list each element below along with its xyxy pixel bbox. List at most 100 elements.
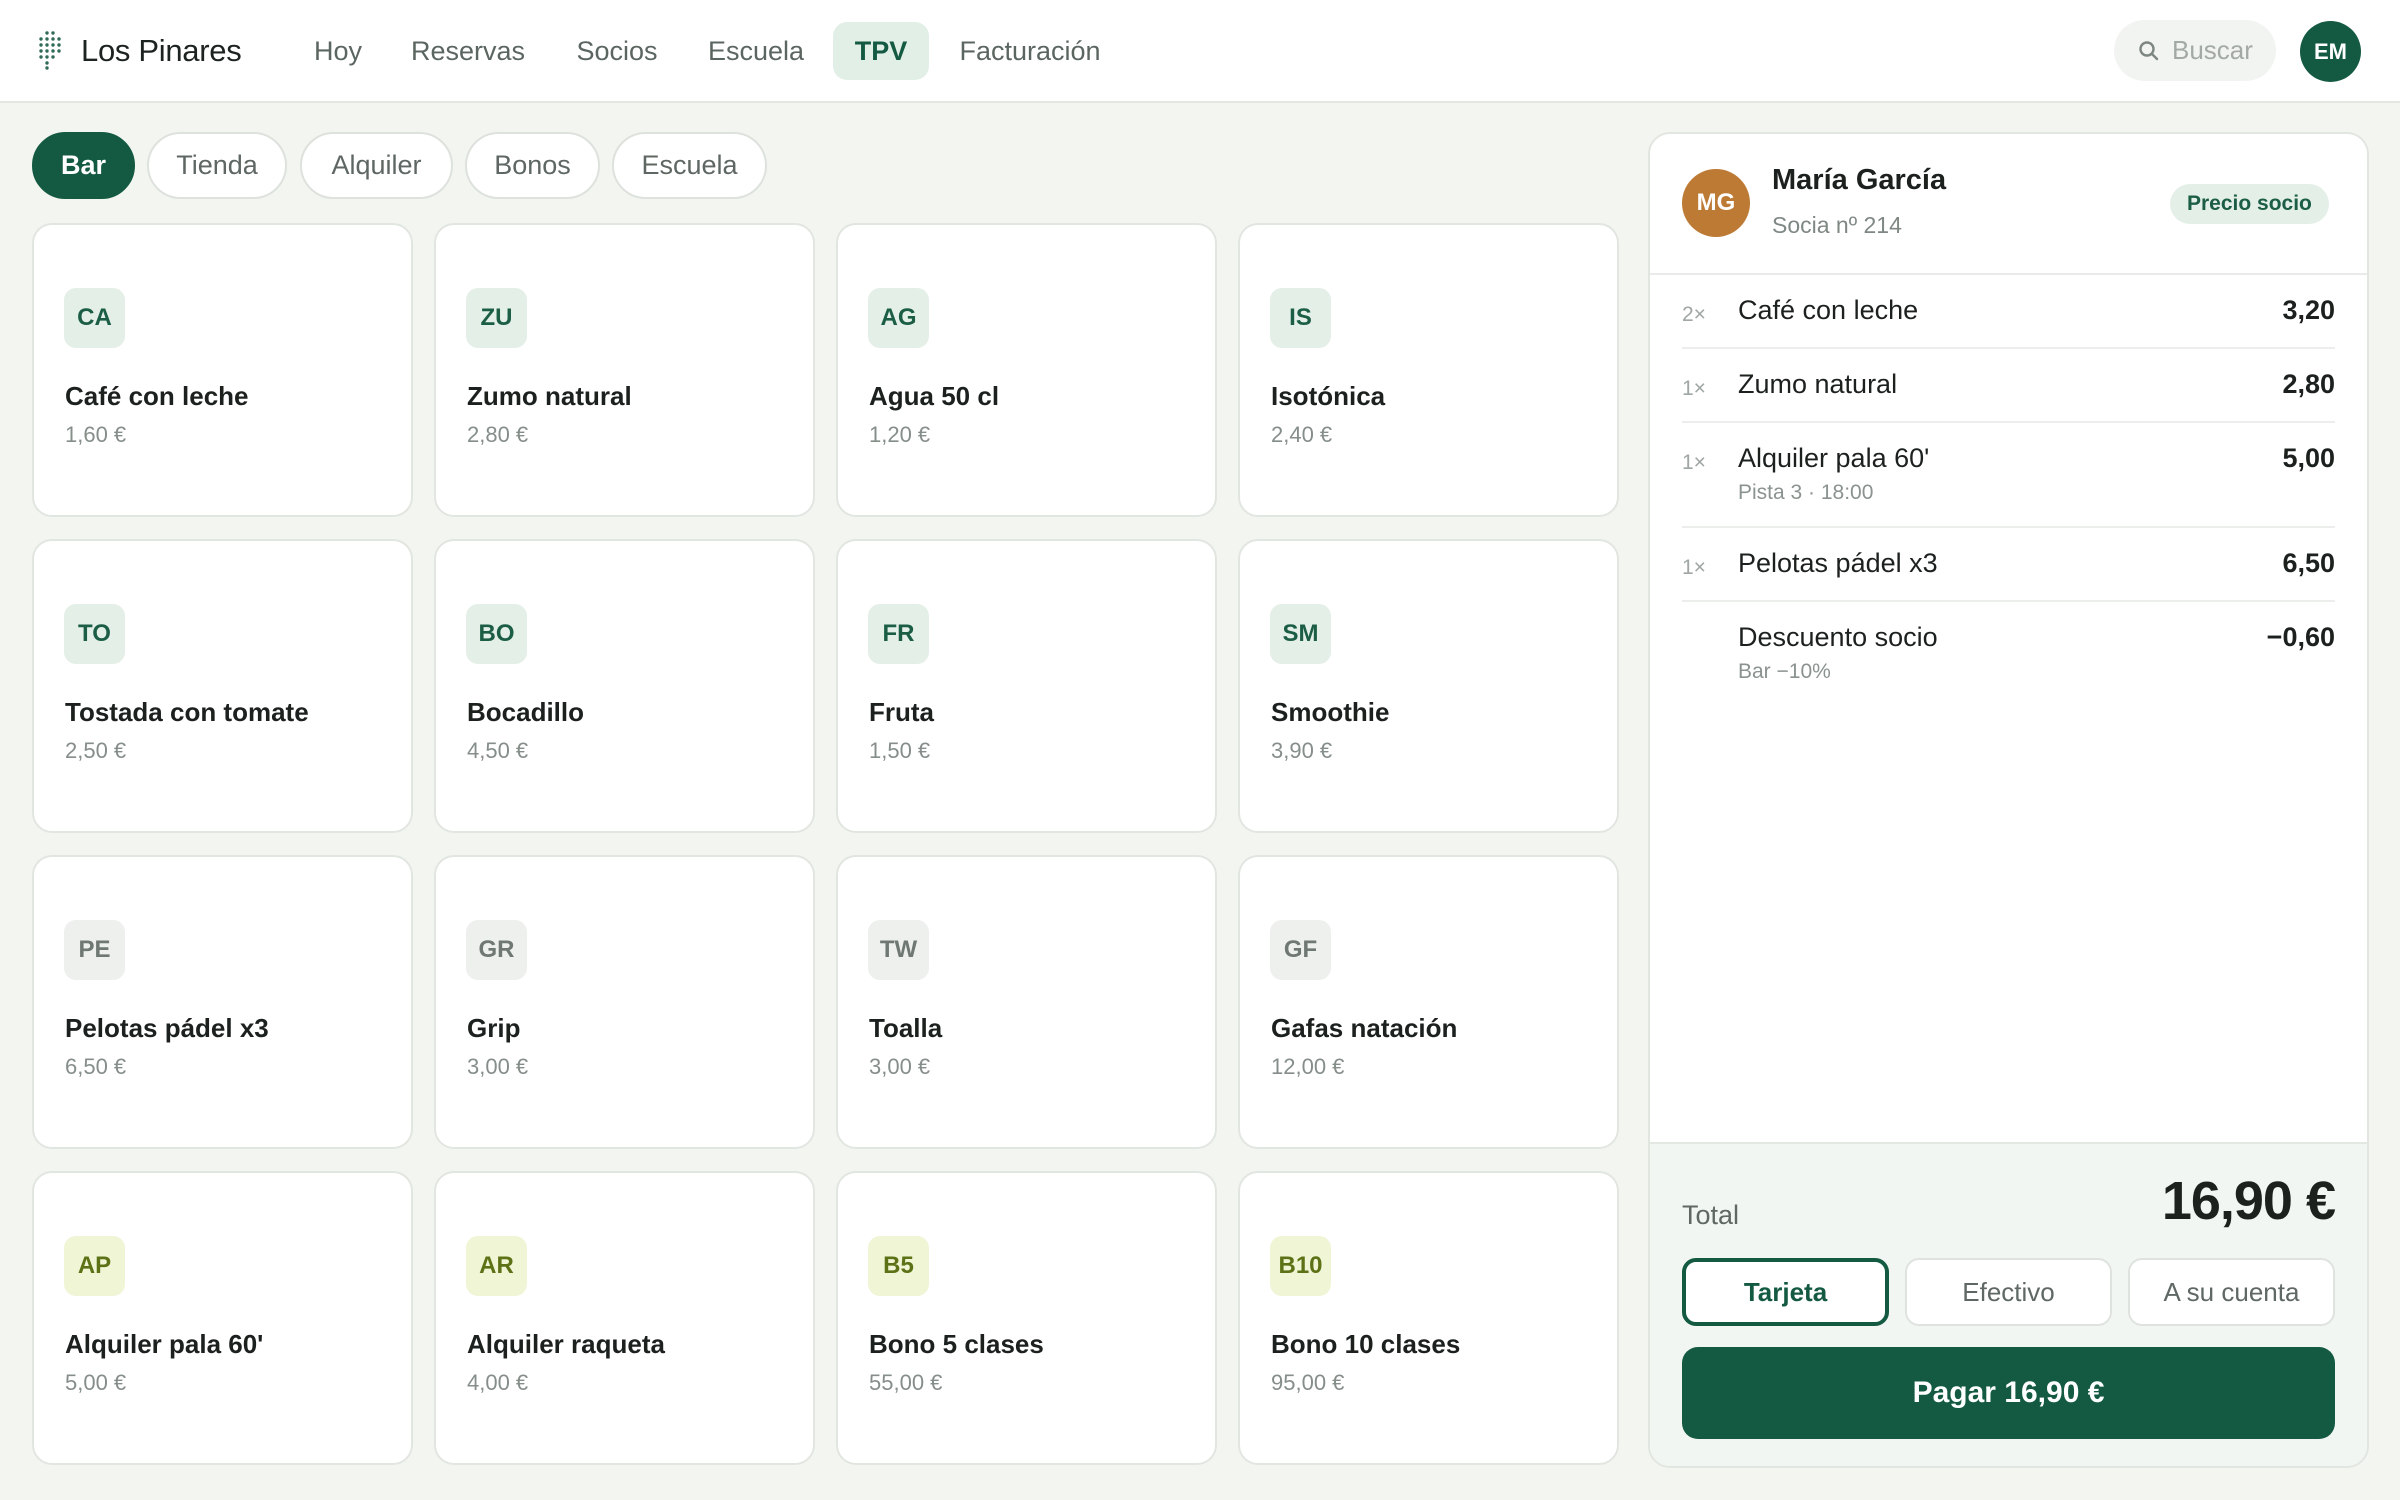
payment-method-card[interactable]: Tarjeta: [1682, 1258, 1889, 1326]
order-line-name: Descuento socio: [1738, 622, 1938, 652]
nav-item-facturacion[interactable]: Facturación: [948, 22, 1112, 80]
product-code-badge: GR: [466, 920, 527, 980]
category-tab-alquiler[interactable]: Alquiler: [300, 132, 453, 199]
product-name: Agua 50 cl: [869, 381, 1000, 411]
product-card[interactable]: GR Grip 3,00 €: [434, 855, 815, 1149]
nav-item-reservas[interactable]: Reservas: [398, 22, 538, 80]
product-card[interactable]: ZU Zumo natural 2,80 €: [434, 223, 815, 517]
order-line[interactable]: 1× Pelotas pádel x3 6,50: [1682, 528, 2335, 602]
product-code-badge: AG: [868, 288, 929, 348]
order-line-name: Alquiler pala 60': [1738, 443, 1930, 473]
nav-item-escuela[interactable]: Escuela: [696, 22, 816, 80]
category-tab-escuela[interactable]: Escuela: [612, 132, 767, 199]
product-card[interactable]: TW Toalla 3,00 €: [836, 855, 1217, 1149]
product-name: Toalla: [869, 1013, 943, 1043]
brand-name: Los Pinares: [81, 33, 242, 68]
order-line-qty: 1×: [1682, 556, 1706, 579]
product-price: 3,90 €: [1271, 738, 1333, 763]
product-name: Isotónica: [1271, 381, 1386, 411]
product-name: Bocadillo: [467, 697, 585, 727]
product-price: 5,00 €: [65, 1370, 127, 1395]
order-line[interactable]: 1× Zumo natural 2,80: [1682, 349, 2335, 423]
product-code-badge: CA: [64, 288, 125, 348]
search-input[interactable]: [2172, 20, 2268, 81]
pay-button[interactable]: Pagar 16,90 €: [1682, 1347, 2335, 1439]
product-card[interactable]: FR Fruta 1,50 €: [836, 539, 1217, 833]
product-card[interactable]: B5 Bono 5 clases 55,00 €: [836, 1171, 1217, 1465]
order-line-detail: Pista 3 · 18:00: [1738, 481, 1874, 504]
product-name: Smoothie: [1271, 697, 1390, 727]
order-panel: MG María García Socia nº 214 Precio soci…: [1648, 132, 2369, 1468]
pine-dots-logo-icon: [39, 31, 61, 70]
product-card[interactable]: AR Alquiler raqueta 4,00 €: [434, 1171, 815, 1465]
search-box[interactable]: [2114, 20, 2276, 81]
order-line-amount: 2,80: [2282, 369, 2335, 399]
total-label: Total: [1682, 1200, 1740, 1230]
order-line-name: Pelotas pádel x3: [1738, 548, 1938, 578]
product-name: Bono 10 clases: [1271, 1329, 1461, 1359]
product-name: Alquiler pala 60': [65, 1329, 264, 1359]
category-tab-tienda[interactable]: Tienda: [147, 132, 287, 199]
product-price: 6,50 €: [65, 1054, 127, 1079]
order-line-detail: Bar −10%: [1738, 660, 1831, 683]
customer-avatar: MG: [1682, 169, 1750, 237]
user-avatar[interactable]: EM: [2300, 21, 2361, 82]
order-line-name: Zumo natural: [1738, 369, 1898, 399]
product-card[interactable]: IS Isotónica 2,40 €: [1238, 223, 1619, 517]
product-code-badge: ZU: [466, 288, 527, 348]
total-value: 16,90 €: [2161, 1171, 2336, 1231]
search-icon: [2139, 41, 2159, 61]
product-price: 1,20 €: [869, 422, 931, 447]
member-price-badge: Precio socio: [2170, 184, 2329, 224]
product-name: Grip: [467, 1013, 521, 1043]
product-card[interactable]: SM Smoothie 3,90 €: [1238, 539, 1619, 833]
order-line-amount: 5,00: [2282, 443, 2335, 473]
top-bar: Los Pinares Hoy Reservas Socios Escuela …: [0, 0, 2400, 103]
product-code-badge: GF: [1270, 920, 1331, 980]
product-code-badge: AP: [64, 1236, 125, 1296]
product-card[interactable]: BO Bocadillo 4,50 €: [434, 539, 815, 833]
product-code-badge: B5: [868, 1236, 929, 1296]
order-line-qty: 1×: [1682, 451, 1706, 474]
product-card[interactable]: AP Alquiler pala 60' 5,00 €: [32, 1171, 413, 1465]
order-line[interactable]: Descuento socio Bar −10% −0,60: [1682, 602, 2335, 702]
order-line-amount: 6,50: [2282, 548, 2335, 578]
product-price: 4,50 €: [467, 738, 529, 763]
product-card[interactable]: PE Pelotas pádel x3 6,50 €: [32, 855, 413, 1149]
product-name: Gafas natación: [1271, 1013, 1458, 1043]
product-price: 2,80 €: [467, 422, 529, 447]
product-code-badge: TW: [868, 920, 929, 980]
order-line-amount: 3,20: [2282, 295, 2335, 325]
customer-member-number: Socia nº 214: [1772, 212, 1902, 238]
product-price: 2,40 €: [1271, 422, 1333, 447]
product-price: 95,00 €: [1271, 1370, 1345, 1395]
product-price: 1,60 €: [65, 422, 127, 447]
product-name: Café con leche: [65, 381, 249, 411]
category-tab-bonos[interactable]: Bonos: [465, 132, 600, 199]
product-card[interactable]: CA Café con leche 1,60 €: [32, 223, 413, 517]
category-tab-bar[interactable]: Bar: [32, 132, 135, 199]
product-price: 1,50 €: [869, 738, 931, 763]
product-price: 12,00 €: [1271, 1054, 1345, 1079]
order-line[interactable]: 2× Café con leche 3,20: [1682, 275, 2335, 349]
product-card[interactable]: B10 Bono 10 clases 95,00 €: [1238, 1171, 1619, 1465]
nav-item-socios[interactable]: Socios: [560, 22, 674, 80]
product-card[interactable]: TO Tostada con tomate 2,50 €: [32, 539, 413, 833]
product-code-badge: PE: [64, 920, 125, 980]
product-price: 3,00 €: [869, 1054, 931, 1079]
nav-item-hoy[interactable]: Hoy: [300, 22, 376, 80]
product-price: 2,50 €: [65, 738, 127, 763]
product-price: 4,00 €: [467, 1370, 529, 1395]
product-card[interactable]: AG Agua 50 cl 1,20 €: [836, 223, 1217, 517]
nav-item-tpv[interactable]: TPV: [833, 22, 929, 80]
product-code-badge: TO: [64, 604, 125, 664]
product-name: Fruta: [869, 697, 934, 727]
order-footer: Total 16,90 € Tarjeta Efectivo A su cuen…: [1650, 1142, 2367, 1466]
customer-header[interactable]: MG María García Socia nº 214 Precio soci…: [1650, 134, 2367, 275]
product-card[interactable]: GF Gafas natación 12,00 €: [1238, 855, 1619, 1149]
payment-method-account[interactable]: A su cuenta: [2128, 1258, 2335, 1326]
product-code-badge: B10: [1270, 1236, 1331, 1296]
customer-name: María García: [1772, 164, 1947, 196]
payment-method-cash[interactable]: Efectivo: [1905, 1258, 2112, 1326]
order-line[interactable]: 1× Alquiler pala 60' Pista 3 · 18:00 5,00: [1682, 423, 2335, 528]
